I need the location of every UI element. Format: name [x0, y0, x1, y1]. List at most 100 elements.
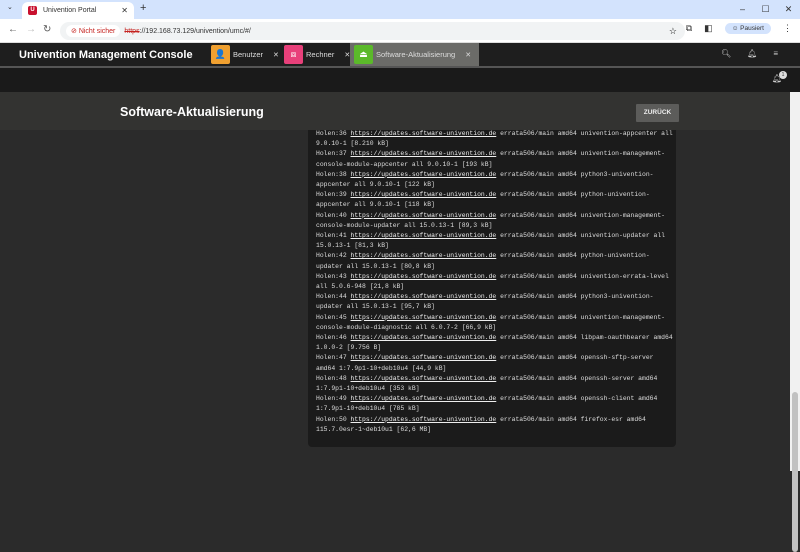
log-id: Holen:44	[316, 293, 347, 301]
log-url-link[interactable]: https://updates.software-univention.de	[351, 252, 497, 259]
maximize-icon[interactable]: ☐	[754, 0, 777, 19]
close-window-icon[interactable]: ✕	[777, 0, 800, 19]
log-text: errata506/main amd64 python-univention-	[496, 191, 650, 199]
tab-software-aktualisierung[interactable]: ⏏ Software-Aktualisierung ✕	[350, 43, 480, 66]
extensions-icon[interactable]: ⧉	[686, 23, 692, 34]
hamburger-menu-icon[interactable]: ≡	[773, 49, 778, 58]
log-id: Holen:50	[316, 415, 347, 423]
log-url-link[interactable]: https://updates.software-univention.de	[351, 191, 497, 198]
user-icon: 👤	[211, 45, 230, 64]
log-text: errata506/main amd64 univention-errata-l…	[496, 272, 669, 280]
log-url-link[interactable]: https://updates.software-univention.de	[351, 232, 497, 239]
log-entry: Holen:40 https://updates.software-univen…	[316, 211, 673, 231]
log-id: Holen:40	[316, 211, 347, 219]
tab-label: Software-Aktualisierung	[376, 50, 456, 59]
new-tab-icon[interactable]: +	[140, 2, 146, 14]
close-tab-icon[interactable]: ✕	[273, 51, 279, 59]
address-bar-row: ← → ↻ ⊘ Nicht sicher https://192.168.73.…	[0, 19, 800, 43]
log-text: errata506/main amd64 univention-manageme…	[496, 313, 666, 321]
notifications-icon[interactable]: 🔔︎	[747, 49, 757, 58]
log-url-link[interactable]: https://updates.software-univention.de	[351, 171, 497, 178]
log-text: 15.0.13-1 [81,3 kB]	[316, 242, 389, 250]
log-text: errata506/main amd64 univention-manageme…	[496, 150, 666, 158]
update-log: Holen:36 https://updates.software-univen…	[308, 130, 676, 447]
back-icon[interactable]: ←	[8, 24, 18, 35]
forward-icon[interactable]: →	[26, 24, 36, 35]
log-url-link[interactable]: https://updates.software-univention.de	[351, 314, 497, 321]
tab-label: Benutzer	[233, 50, 264, 59]
profile-label: Pausiert	[740, 25, 764, 32]
log-url-link[interactable]: https://updates.software-univention.de	[351, 395, 497, 402]
log-text: errata506/main amd64 openssh-server amd6…	[496, 374, 658, 382]
log-entry: Holen:37 https://updates.software-univen…	[316, 149, 673, 169]
log-text: 1:7.9p1-10+deb10u4 [353 kB]	[316, 385, 420, 393]
log-url-link[interactable]: https://updates.software-univention.de	[351, 293, 497, 300]
log-id: Holen:48	[316, 374, 347, 382]
log-text: appcenter all 9.0.10-1 [122 kB]	[316, 181, 435, 189]
log-url-link[interactable]: https://updates.software-univention.de	[351, 273, 497, 280]
log-url-link[interactable]: https://updates.software-univention.de	[351, 354, 497, 361]
log-url-link[interactable]: https://updates.software-univention.de	[351, 212, 497, 219]
log-text: 1:7.9p1-10+deb10u4 [785 kB]	[316, 405, 420, 413]
bookmark-star-icon[interactable]: ☆	[669, 26, 677, 37]
profile-button[interactable]: ☺ Pausiert	[724, 23, 771, 34]
log-url-link[interactable]: https://updates.software-univention.de	[351, 416, 497, 423]
page-scrollbar[interactable]	[790, 92, 800, 552]
log-text: errata506/main amd64 firefox-esr amd64	[496, 415, 646, 423]
log-text: updater all 15.0.13-1 [95,7 kB]	[316, 303, 435, 311]
log-text: errata506/main amd64 univention-updater …	[496, 232, 666, 240]
log-text: errata506/main amd64 python3-univention-	[496, 293, 654, 301]
tab-rechner[interactable]: ⧈ Rechner ✕	[284, 43, 350, 66]
umc-header: Univention Management Console 👤 Benutzer…	[0, 43, 800, 68]
log-text: 115.7.0esr-1~deb10u1 [62,6 MB]	[316, 425, 432, 433]
security-label: Nicht sicher	[78, 28, 116, 35]
log-text: errata506/main amd64 openssh-sftp-server	[496, 354, 654, 362]
url-input[interactable]: ⊘ Nicht sicher https://192.168.73.129/un…	[60, 22, 685, 40]
log-text: 1.0.0-2 [9.756 B]	[316, 344, 382, 352]
log-url-link[interactable]: https://updates.software-univention.de	[351, 130, 497, 137]
app-title: Univention Management Console	[19, 49, 193, 61]
log-url-link[interactable]: https://updates.software-univention.de	[351, 334, 497, 341]
url-scheme: https	[124, 27, 140, 35]
tab-benutzer[interactable]: 👤 Benutzer ✕	[211, 43, 279, 66]
browser-tab[interactable]: U Univention Portal ✕	[22, 2, 134, 19]
side-panel-icon[interactable]: ◧	[704, 23, 713, 34]
log-text: errata506/main amd64 python-univention-	[496, 252, 650, 260]
log-text: console-module-appcenter all 9.0.10-1 [1…	[316, 160, 493, 168]
minimize-icon[interactable]: –	[731, 0, 754, 19]
menu-icon[interactable]: ⋮	[783, 23, 792, 34]
log-text: console-module-updater all 15.0.13-1 [89…	[316, 221, 493, 229]
browser-tab-title: Univention Portal	[43, 7, 97, 14]
page-title: Software-Aktualisierung	[120, 105, 264, 119]
univention-favicon-icon: U	[28, 6, 37, 15]
log-entry: Holen:41 https://updates.software-univen…	[316, 231, 673, 251]
notification-bell-icon[interactable]: 🔔︎ 1	[772, 71, 787, 83]
log-url-link[interactable]: https://updates.software-univention.de	[351, 375, 497, 382]
log-entry: Holen:45 https://updates.software-univen…	[316, 313, 673, 333]
back-button[interactable]: ZURÜCK	[636, 104, 679, 122]
log-entry: Holen:44 https://updates.software-univen…	[316, 292, 673, 312]
log-text: appcenter all 9.0.10-1 [118 kB]	[316, 201, 435, 209]
log-text: errata506/main amd64 libpam-oauthbearer …	[496, 334, 673, 342]
close-tab-icon[interactable]: ✕	[465, 51, 471, 59]
security-indicator[interactable]: ⊘ Nicht sicher	[66, 25, 121, 37]
log-entry: Holen:38 https://updates.software-univen…	[316, 170, 673, 190]
log-url-link[interactable]: https://updates.software-univention.de	[351, 150, 497, 157]
reload-icon[interactable]: ↻	[43, 24, 51, 35]
log-text: errata506/main amd64 univention-appcente…	[496, 130, 673, 137]
log-id: Holen:47	[316, 354, 347, 362]
search-icon[interactable]: 🔍︎	[721, 49, 731, 58]
url-text: ://192.168.73.129/univention/umc/#/	[139, 27, 251, 35]
scrollbar-thumb[interactable]	[792, 392, 798, 552]
log-entry: Holen:46 https://updates.software-univen…	[316, 333, 673, 353]
tab-search-chevron-icon[interactable]: ⌄	[7, 3, 13, 11]
log-id: Holen:43	[316, 272, 347, 280]
log-text: errata506/main amd64 univention-manageme…	[496, 211, 666, 219]
log-lines: Holen:36 https://updates.software-univen…	[316, 130, 673, 435]
close-tab-icon[interactable]: ✕	[121, 6, 128, 15]
log-id: Holen:45	[316, 313, 347, 321]
computer-network-icon: ⧈	[284, 45, 303, 64]
log-id: Holen:38	[316, 170, 347, 178]
log-id: Holen:42	[316, 252, 347, 260]
tab-label: Rechner	[306, 50, 335, 59]
